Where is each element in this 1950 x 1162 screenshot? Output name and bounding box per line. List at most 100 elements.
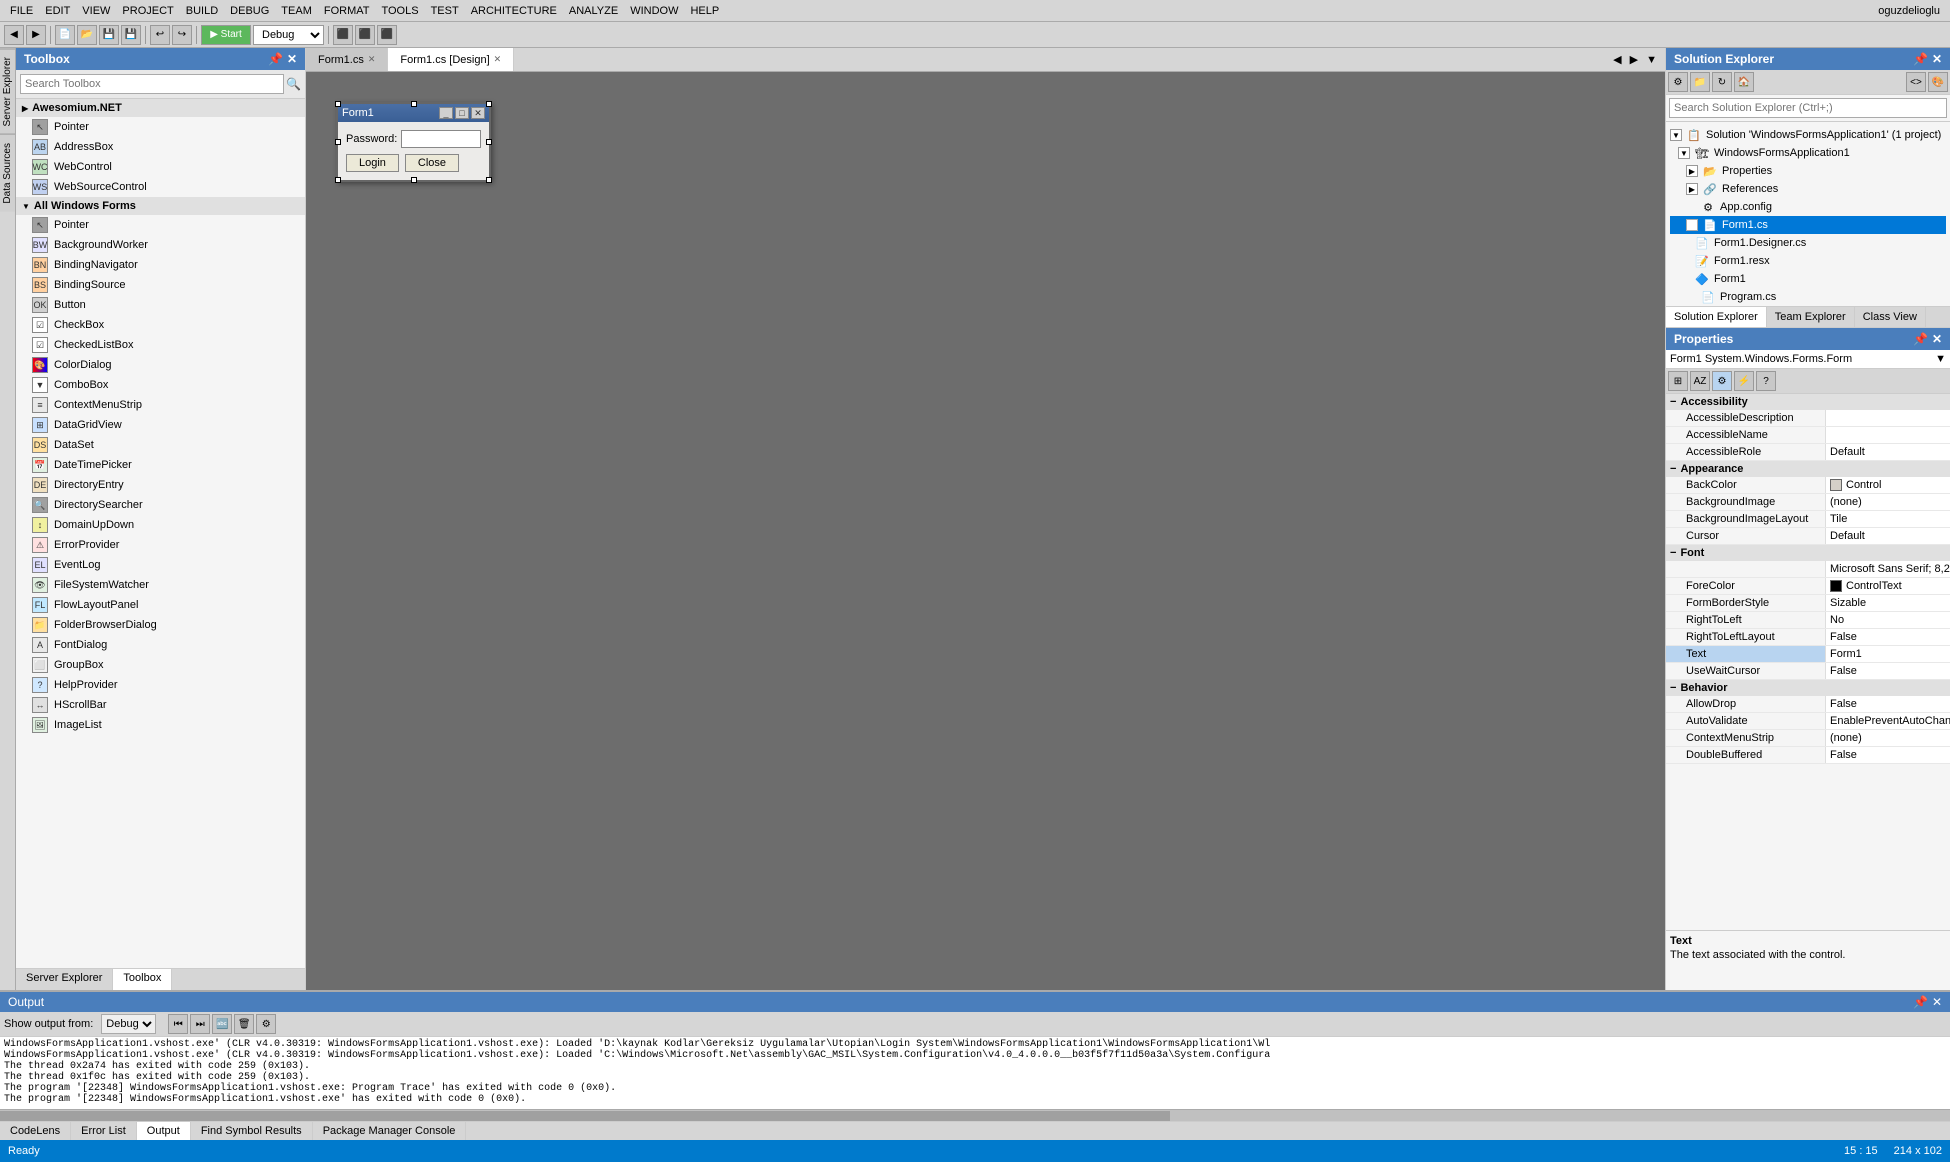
tree-program-cs[interactable]: 📄 Program.cs bbox=[1670, 288, 1946, 306]
anchor-tm[interactable] bbox=[411, 101, 417, 107]
toolbox-close-icon[interactable]: ✕ bbox=[287, 52, 297, 66]
prop-val-accessible-desc[interactable] bbox=[1826, 410, 1950, 426]
toolbox-item-groupbox[interactable]: ⬜ GroupBox bbox=[16, 655, 305, 675]
prop-val-font[interactable]: Microsoft Sans Serif; 8,25pt bbox=[1826, 561, 1950, 577]
menu-edit[interactable]: EDIT bbox=[39, 3, 76, 19]
tab-form1-cs[interactable]: Form1.cs ✕ bbox=[306, 48, 388, 71]
prop-val-doublebuffered[interactable]: False bbox=[1826, 747, 1950, 763]
form-minimize-btn[interactable]: _ bbox=[439, 107, 453, 119]
props-pin-icon[interactable]: 📌 bbox=[1913, 332, 1928, 346]
tree-project[interactable]: 🏗 WindowsFormsApplication1 bbox=[1670, 144, 1946, 162]
toolbar-start[interactable]: ▶ Start bbox=[201, 25, 251, 45]
toolbox-item-errorprovider[interactable]: ⚠ ErrorProvider bbox=[16, 535, 305, 555]
toolbox-section-winforms[interactable]: All Windows Forms bbox=[16, 197, 305, 215]
toolbox-item-bindingnavigator[interactable]: BN BindingNavigator bbox=[16, 255, 305, 275]
server-explorer-bottom-tab[interactable]: Server Explorer bbox=[16, 969, 113, 990]
toolbox-pin-icon[interactable]: 📌 bbox=[268, 52, 283, 66]
tree-solution[interactable]: 📋 Solution 'WindowsFormsApplication1' (1… bbox=[1670, 126, 1946, 144]
props-object-dropdown[interactable]: ▼ bbox=[1935, 353, 1946, 365]
toolbox-search-icon[interactable]: 🔍 bbox=[286, 77, 301, 91]
menu-team[interactable]: TEAM bbox=[275, 3, 318, 19]
toolbar-redo[interactable]: ↪ bbox=[172, 25, 192, 45]
toolbar-btn1[interactable]: ⬛ bbox=[333, 25, 353, 45]
toolbox-item-filesystemwatcher[interactable]: 👁 FileSystemWatcher bbox=[16, 575, 305, 595]
props-events-btn[interactable]: ⚡ bbox=[1734, 371, 1754, 391]
tree-form1-designer[interactable]: 📄 Form1.Designer.cs bbox=[1670, 234, 1946, 252]
se-tb-refresh[interactable]: ↻ bbox=[1712, 72, 1732, 92]
toolbox-item-contextmenustrip[interactable]: ≡ ContextMenuStrip bbox=[16, 395, 305, 415]
toolbox-item-bindingsource[interactable]: BS BindingSource bbox=[16, 275, 305, 295]
project-expand[interactable] bbox=[1678, 147, 1690, 159]
menu-architecture[interactable]: ARCHITECTURE bbox=[465, 3, 563, 19]
toolbox-bottom-tab[interactable]: Toolbox bbox=[113, 969, 172, 990]
menu-test[interactable]: TEST bbox=[425, 3, 465, 19]
toolbar-new[interactable]: 📄 bbox=[55, 25, 75, 45]
prop-val-accessible-role[interactable]: Default bbox=[1826, 444, 1950, 460]
toolbox-item-eventlog[interactable]: EL EventLog bbox=[16, 555, 305, 575]
output-btn1[interactable]: ⏮ bbox=[168, 1014, 188, 1034]
toolbox-search-input[interactable] bbox=[20, 74, 284, 94]
toolbox-item-folderbrowserdialog[interactable]: 📁 FolderBrowserDialog bbox=[16, 615, 305, 635]
bottom-tab-findsymbol[interactable]: Find Symbol Results bbox=[191, 1122, 313, 1140]
prop-val-allowdrop[interactable]: False bbox=[1826, 696, 1950, 712]
toolbox-item-dataset[interactable]: DS DataSet bbox=[16, 435, 305, 455]
prop-val-text[interactable]: Form1 bbox=[1826, 646, 1950, 662]
toolbox-item-pointer[interactable]: ↖ Pointer bbox=[16, 215, 305, 235]
anchor-br[interactable] bbox=[486, 177, 492, 183]
toolbox-item-checkbox[interactable]: ☑ CheckBox bbox=[16, 315, 305, 335]
prop-val-righttoleftlayout[interactable]: False bbox=[1826, 629, 1950, 645]
toolbox-item-flowlayoutpanel[interactable]: FL FlowLayoutPanel bbox=[16, 595, 305, 615]
toolbox-item-checkedlistbox[interactable]: ☑ CheckedListBox bbox=[16, 335, 305, 355]
tab-form1-design[interactable]: Form1.cs [Design] ✕ bbox=[388, 48, 514, 71]
prop-val-accessible-name[interactable] bbox=[1826, 427, 1950, 443]
toolbox-item-datetimepicker[interactable]: 📅 DateTimePicker bbox=[16, 455, 305, 475]
se-search-input[interactable] bbox=[1669, 98, 1947, 118]
se-tab-solution[interactable]: Solution Explorer bbox=[1666, 307, 1767, 327]
props-close-icon[interactable]: ✕ bbox=[1932, 332, 1942, 346]
references-expand[interactable] bbox=[1686, 183, 1698, 195]
props-section-appearance[interactable]: Appearance bbox=[1666, 461, 1950, 477]
toolbox-item-addressbox[interactable]: AB AddressBox bbox=[16, 137, 305, 157]
toolbox-item-imagelist[interactable]: 🖼 ImageList bbox=[16, 715, 305, 735]
toolbar-btn2[interactable]: ⬛ bbox=[355, 25, 375, 45]
menu-tools[interactable]: TOOLS bbox=[375, 3, 424, 19]
toolbox-item-pointer-aw[interactable]: ↖ Pointer bbox=[16, 117, 305, 137]
se-tab-team[interactable]: Team Explorer bbox=[1767, 307, 1855, 327]
form-maximize-btn[interactable]: □ bbox=[455, 107, 469, 119]
anchor-tl[interactable] bbox=[335, 101, 341, 107]
toolbox-item-websourcecontrol[interactable]: WS WebSourceControl bbox=[16, 177, 305, 197]
menu-file[interactable]: FILE bbox=[4, 3, 39, 19]
form-close-btn[interactable]: ✕ bbox=[471, 107, 485, 119]
prop-val-usewaitcursor[interactable]: False bbox=[1826, 663, 1950, 679]
password-input[interactable] bbox=[401, 130, 481, 148]
tree-properties[interactable]: 📂 Properties bbox=[1670, 162, 1946, 180]
bottom-tab-packagemanager[interactable]: Package Manager Console bbox=[313, 1122, 467, 1140]
se-tb-show-all[interactable]: 📁 bbox=[1690, 72, 1710, 92]
tab-form1-cs-close[interactable]: ✕ bbox=[368, 54, 376, 65]
tree-form1-resx[interactable]: 📝 Form1.resx bbox=[1670, 252, 1946, 270]
anchor-tr[interactable] bbox=[486, 101, 492, 107]
props-alpha-btn[interactable]: AZ bbox=[1690, 371, 1710, 391]
bottom-tab-errorlist[interactable]: Error List bbox=[71, 1122, 137, 1140]
prop-val-formborderstyle[interactable]: Sizable bbox=[1826, 595, 1950, 611]
props-section-behavior[interactable]: Behavior bbox=[1666, 680, 1950, 696]
output-btn5[interactable]: ⚙ bbox=[256, 1014, 276, 1034]
toolbox-item-backgroundworker[interactable]: BW BackgroundWorker bbox=[16, 235, 305, 255]
tab-scroll-right[interactable]: ▶ bbox=[1626, 51, 1642, 68]
props-help-btn[interactable]: ? bbox=[1756, 371, 1776, 391]
tree-form1-cs[interactable]: 📄 Form1.cs bbox=[1670, 216, 1946, 234]
show-output-dropdown[interactable]: Debug Build bbox=[101, 1014, 156, 1034]
props-properties-btn[interactable]: ⚙ bbox=[1712, 371, 1732, 391]
menu-help[interactable]: HELP bbox=[684, 3, 725, 19]
menu-debug[interactable]: DEBUG bbox=[224, 3, 275, 19]
toolbar-back[interactable]: ◀ bbox=[4, 25, 24, 45]
output-close-icon[interactable]: ✕ bbox=[1932, 995, 1942, 1009]
props-object-selector[interactable]: Form1 System.Windows.Forms.Form ▼ bbox=[1666, 350, 1950, 369]
tab-dropdown[interactable]: ▼ bbox=[1642, 52, 1661, 68]
toolbox-item-directoryentry[interactable]: DE DirectoryEntry bbox=[16, 475, 305, 495]
solution-expand[interactable] bbox=[1670, 129, 1682, 141]
prop-val-backcolor[interactable]: Control bbox=[1826, 477, 1950, 493]
anchor-ml[interactable] bbox=[335, 139, 341, 145]
data-sources-tab[interactable]: Data Sources bbox=[0, 134, 15, 212]
prop-val-bgimage[interactable]: (none) bbox=[1826, 494, 1950, 510]
